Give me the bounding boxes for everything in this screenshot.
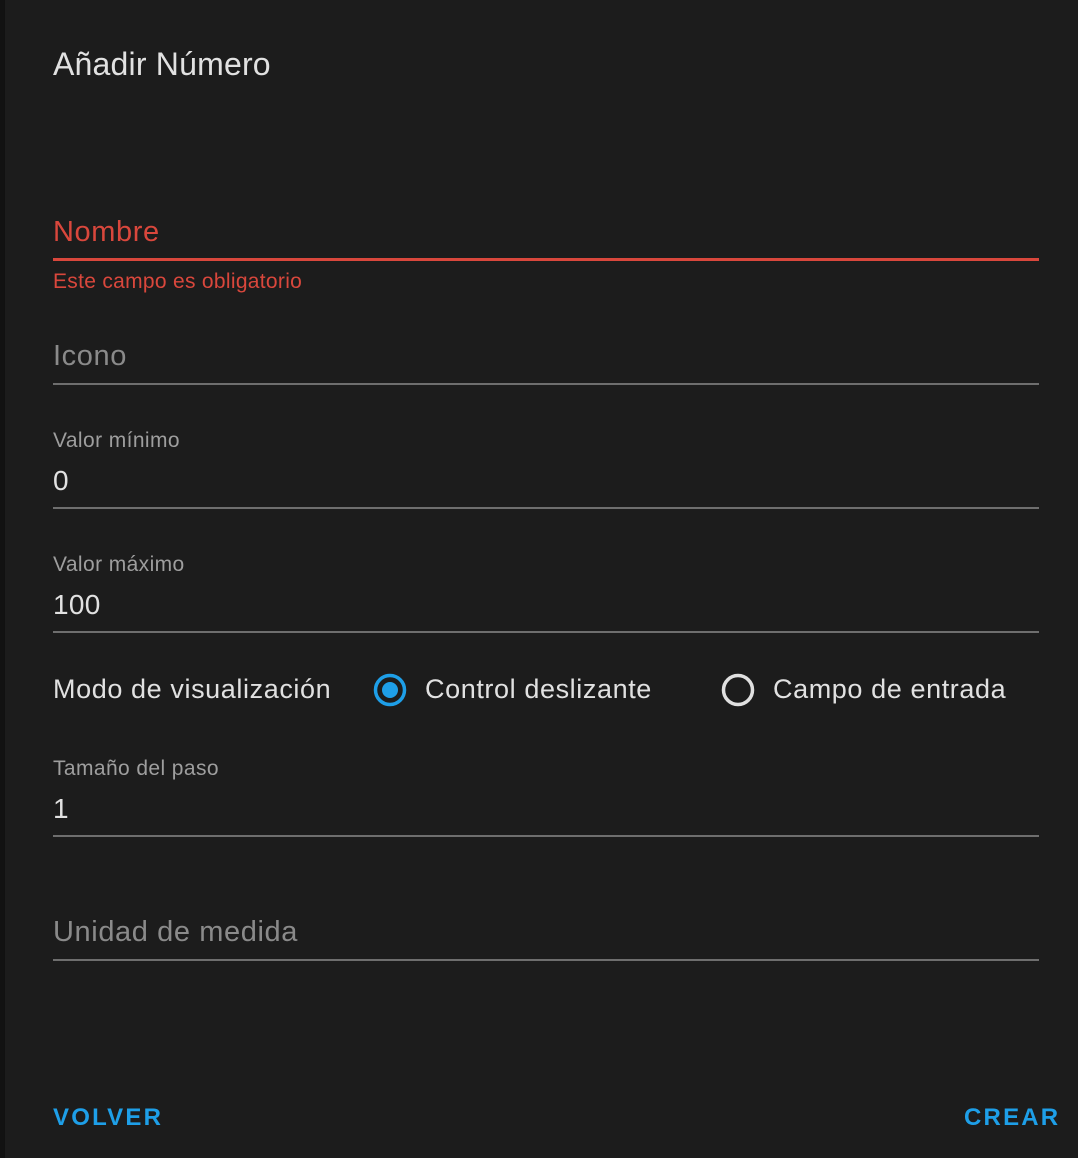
name-placeholder: Nombre <box>53 216 160 248</box>
radio-slider-label[interactable]: Control deslizante <box>425 674 652 705</box>
back-button[interactable]: VOLVER <box>53 1104 163 1132</box>
name-field[interactable]: Nombre Este campo es obligatorio <box>53 210 1039 300</box>
dialog-title: Añadir Número <box>53 46 271 82</box>
display-mode-group: Modo de visualización Control deslizante… <box>53 670 1053 712</box>
step-size-underline <box>53 835 1039 837</box>
create-button[interactable]: CREAR <box>964 1104 1060 1132</box>
unit-field[interactable]: Unidad de medida <box>53 911 1039 963</box>
unit-placeholder: Unidad de medida <box>53 916 298 948</box>
radio-slider[interactable] <box>373 673 407 707</box>
min-value-input[interactable]: 0 <box>53 465 69 497</box>
dialog-actions: VOLVER CREAR <box>53 1104 1058 1136</box>
radio-checked-icon <box>373 673 407 707</box>
radio-unchecked-icon <box>721 673 755 707</box>
display-mode-label: Modo de visualización <box>53 674 332 704</box>
radio-input-field-label[interactable]: Campo de entrada <box>773 674 1006 705</box>
step-size-input[interactable]: 1 <box>53 793 69 825</box>
step-size-label: Tamaño del paso <box>53 757 219 780</box>
min-value-label: Valor mínimo <box>53 429 180 452</box>
name-error-message: Este campo es obligatorio <box>53 270 303 293</box>
icon-field[interactable]: Icono <box>53 335 1039 387</box>
name-underline <box>53 258 1039 261</box>
max-value-field[interactable]: Valor máximo 100 <box>53 549 1039 635</box>
radio-input-field[interactable] <box>721 673 755 707</box>
icon-placeholder: Icono <box>53 340 127 372</box>
add-number-dialog: Añadir Número Nombre Este campo es oblig… <box>4 0 1078 1158</box>
step-size-field[interactable]: Tamaño del paso 1 <box>53 753 1039 839</box>
icon-underline <box>53 383 1039 385</box>
max-value-underline <box>53 631 1039 633</box>
max-value-label: Valor máximo <box>53 553 185 576</box>
max-value-input[interactable]: 100 <box>53 589 101 621</box>
unit-underline <box>53 959 1039 961</box>
min-value-field[interactable]: Valor mínimo 0 <box>53 425 1039 511</box>
min-value-underline <box>53 507 1039 509</box>
